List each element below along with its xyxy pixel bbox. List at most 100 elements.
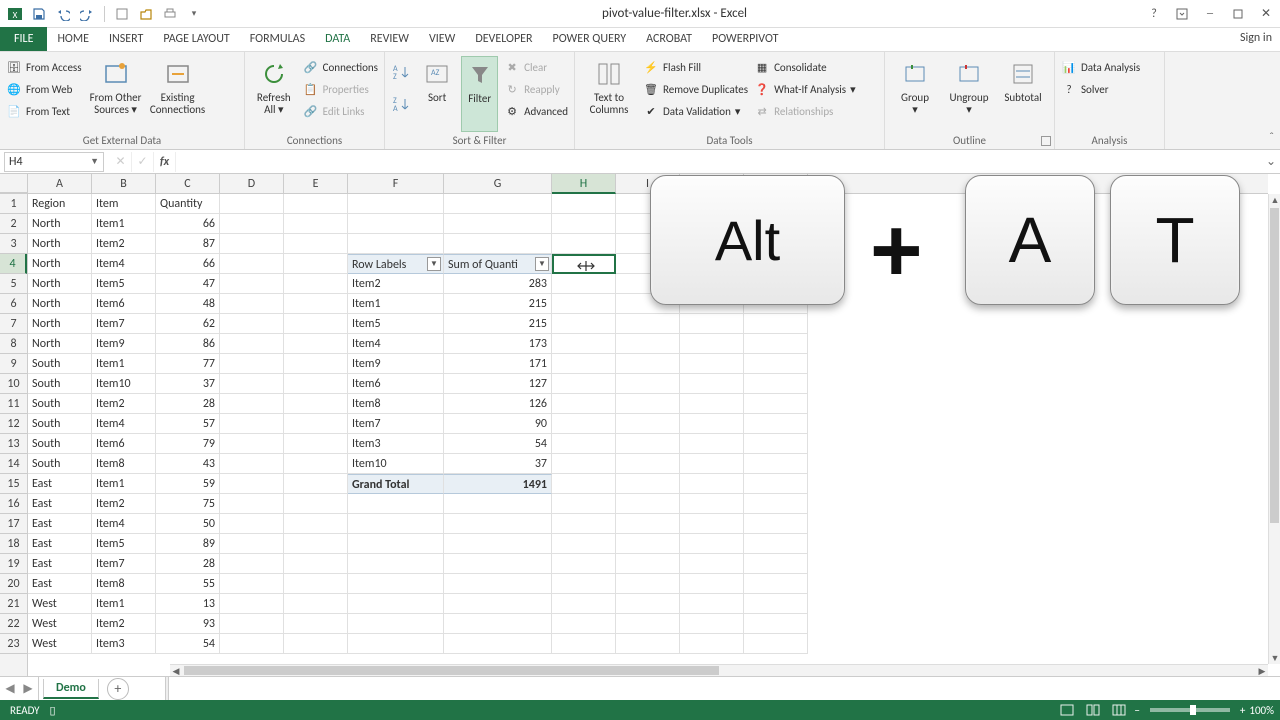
pivot-rowlabels-dropdown-icon[interactable]: ▼ bbox=[427, 257, 441, 271]
cell-H9[interactable] bbox=[552, 354, 616, 374]
cell-H22[interactable] bbox=[552, 614, 616, 634]
cell-H8[interactable] bbox=[552, 334, 616, 354]
cell-H2[interactable] bbox=[552, 214, 616, 234]
cell-I16[interactable] bbox=[616, 494, 680, 514]
cell-I12[interactable] bbox=[616, 414, 680, 434]
cell-D5[interactable] bbox=[220, 274, 284, 294]
cell-G4[interactable]: Sum of Quanti▼ bbox=[444, 254, 552, 274]
cell-E13[interactable] bbox=[284, 434, 348, 454]
tab-data[interactable]: DATA bbox=[315, 27, 360, 51]
cell-C7[interactable]: 62 bbox=[156, 314, 220, 334]
cell-A7[interactable]: North bbox=[28, 314, 92, 334]
qat-quickprint-icon[interactable] bbox=[159, 3, 181, 25]
cell-A23[interactable]: West bbox=[28, 634, 92, 654]
cell-M14[interactable] bbox=[680, 454, 744, 474]
outline-dialog-launcher[interactable] bbox=[1041, 136, 1051, 146]
cell-I23[interactable] bbox=[616, 634, 680, 654]
cell-E9[interactable] bbox=[284, 354, 348, 374]
cell-M10[interactable] bbox=[680, 374, 744, 394]
row-header-19[interactable]: 19 bbox=[0, 554, 27, 574]
cell-I15[interactable] bbox=[616, 474, 680, 494]
group-button[interactable]: Group▾ bbox=[891, 56, 939, 132]
tab-review[interactable]: REVIEW bbox=[360, 27, 419, 51]
cell-F1[interactable] bbox=[348, 194, 444, 214]
cell-G12[interactable]: 90 bbox=[444, 414, 552, 434]
cell-D3[interactable] bbox=[220, 234, 284, 254]
cell-E10[interactable] bbox=[284, 374, 348, 394]
cell-A1[interactable]: Region bbox=[28, 194, 92, 214]
cell-G13[interactable]: 54 bbox=[444, 434, 552, 454]
cell-H19[interactable] bbox=[552, 554, 616, 574]
cell-F18[interactable] bbox=[348, 534, 444, 554]
cell-N8[interactable] bbox=[744, 334, 808, 354]
sign-in-link[interactable]: Sign in bbox=[1240, 31, 1272, 45]
cell-A19[interactable]: East bbox=[28, 554, 92, 574]
scroll-up-icon[interactable]: ▲ bbox=[1269, 194, 1280, 206]
row-header-23[interactable]: 23 bbox=[0, 634, 27, 654]
cell-H4[interactable] bbox=[552, 254, 616, 274]
cell-N17[interactable] bbox=[744, 514, 808, 534]
row-header-10[interactable]: 10 bbox=[0, 374, 27, 394]
row-header-7[interactable]: 7 bbox=[0, 314, 27, 334]
cell-B12[interactable]: Item4 bbox=[92, 414, 156, 434]
col-header-H[interactable]: H bbox=[552, 174, 616, 194]
col-header-D[interactable]: D bbox=[220, 174, 284, 194]
cell-G9[interactable]: 171 bbox=[444, 354, 552, 374]
cell-M23[interactable] bbox=[680, 634, 744, 654]
existing-connections-button[interactable]: Existing Connections bbox=[150, 56, 206, 132]
zoom-out-icon[interactable]: − bbox=[1134, 704, 1139, 717]
cell-F2[interactable] bbox=[348, 214, 444, 234]
cell-B13[interactable]: Item6 bbox=[92, 434, 156, 454]
cell-C3[interactable]: 87 bbox=[156, 234, 220, 254]
vertical-scrollbar[interactable]: ▲ ▼ bbox=[1268, 194, 1280, 664]
cell-D4[interactable] bbox=[220, 254, 284, 274]
cell-C10[interactable]: 37 bbox=[156, 374, 220, 394]
tab-home[interactable]: HOME bbox=[47, 27, 99, 51]
cell-D21[interactable] bbox=[220, 594, 284, 614]
cell-N23[interactable] bbox=[744, 634, 808, 654]
new-sheet-button[interactable]: + bbox=[107, 678, 129, 700]
cell-F5[interactable]: Item2 bbox=[348, 274, 444, 294]
cell-M11[interactable] bbox=[680, 394, 744, 414]
from-other-sources-button[interactable]: From Other Sources ▾ bbox=[88, 56, 144, 132]
cell-E3[interactable] bbox=[284, 234, 348, 254]
from-text-button[interactable]: 📄From Text bbox=[6, 100, 82, 122]
select-all-corner[interactable] bbox=[0, 174, 28, 193]
namebox-dropdown-icon[interactable]: ▼ bbox=[90, 156, 99, 167]
cell-G3[interactable] bbox=[444, 234, 552, 254]
cell-H10[interactable] bbox=[552, 374, 616, 394]
row-header-13[interactable]: 13 bbox=[0, 434, 27, 454]
cell-G21[interactable] bbox=[444, 594, 552, 614]
cell-G22[interactable] bbox=[444, 614, 552, 634]
cell-C17[interactable]: 50 bbox=[156, 514, 220, 534]
cell-G7[interactable]: 215 bbox=[444, 314, 552, 334]
cell-F15[interactable]: Grand Total bbox=[348, 474, 444, 494]
tab-power-query[interactable]: POWER QUERY bbox=[543, 27, 637, 51]
cell-C22[interactable]: 93 bbox=[156, 614, 220, 634]
maximize-icon[interactable] bbox=[1224, 3, 1252, 25]
sheet-splitter[interactable] bbox=[165, 677, 169, 701]
cell-F12[interactable]: Item7 bbox=[348, 414, 444, 434]
tab-formulas[interactable]: FORMULAS bbox=[240, 27, 315, 51]
cell-D23[interactable] bbox=[220, 634, 284, 654]
clear-filter-button[interactable]: ✖Clear bbox=[504, 56, 568, 78]
cell-G1[interactable] bbox=[444, 194, 552, 214]
formula-bar-input[interactable] bbox=[176, 152, 1262, 172]
cell-A6[interactable]: North bbox=[28, 294, 92, 314]
cell-G20[interactable] bbox=[444, 574, 552, 594]
cell-C2[interactable]: 66 bbox=[156, 214, 220, 234]
cell-G15[interactable]: 1491 bbox=[444, 474, 552, 494]
cell-G18[interactable] bbox=[444, 534, 552, 554]
cell-F13[interactable]: Item3 bbox=[348, 434, 444, 454]
properties-button[interactable]: 📋Properties bbox=[303, 78, 378, 100]
cell-A2[interactable]: North bbox=[28, 214, 92, 234]
relationships-button[interactable]: ⇄Relationships bbox=[754, 100, 856, 122]
cell-B5[interactable]: Item5 bbox=[92, 274, 156, 294]
cell-D12[interactable] bbox=[220, 414, 284, 434]
col-header-E[interactable]: E bbox=[284, 174, 348, 194]
cell-H5[interactable] bbox=[552, 274, 616, 294]
tab-page-layout[interactable]: PAGE LAYOUT bbox=[153, 27, 239, 51]
cell-B6[interactable]: Item6 bbox=[92, 294, 156, 314]
cell-B3[interactable]: Item2 bbox=[92, 234, 156, 254]
tab-acrobat[interactable]: ACROBAT bbox=[636, 27, 702, 51]
